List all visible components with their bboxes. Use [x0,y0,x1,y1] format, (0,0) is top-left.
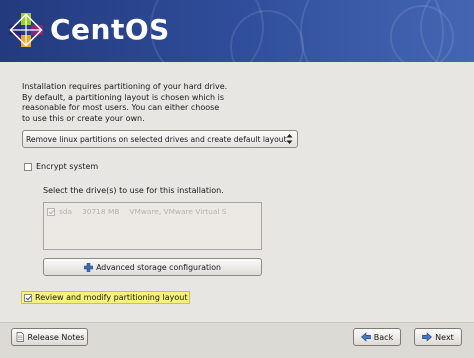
encrypt-label: Encrypt system [36,162,99,171]
brand-name: CentOS [50,13,170,46]
plus-icon [84,262,94,272]
partition-layout-combo-value: Remove linux partitions on selected driv… [26,134,289,144]
drive-name: sda [59,207,73,216]
advanced-storage-button[interactable]: Advanced storage configuration [43,258,262,276]
review-checkbox-box[interactable] [24,293,32,302]
drive-size: 30718 MB [82,207,120,216]
drive-row[interactable]: sda 30718 MB VMware, VMware Virtual S [47,207,237,216]
review-partitioning-checkbox[interactable]: Review and modify partitioning layout [21,291,191,304]
centos-logo-icon [9,13,43,47]
drive-model: VMware, VMware Virtual S [129,207,227,216]
next-label: Next [435,332,454,342]
bottom-button-bar: Release Notes Back Next [0,322,474,358]
back-arrow-icon [360,332,371,342]
encrypt-system-checkbox[interactable]: Encrypt system [24,162,98,171]
encrypt-checkbox-box[interactable] [24,162,32,171]
drives-label: Select the drive(s) to use for this inst… [43,186,224,195]
partitioning-panel: Installation requires partitioning of yo… [0,62,474,322]
next-arrow-icon [422,332,433,342]
combo-arrows-icon [285,133,294,145]
advanced-storage-label: Advanced storage configuration [96,262,221,272]
release-notes-label: Release Notes [27,332,85,342]
document-icon [16,332,24,342]
back-label: Back [373,332,394,342]
review-label: Review and modify partitioning layout [35,293,188,302]
drive-list[interactable]: sda 30718 MB VMware, VMware Virtual S [43,202,262,250]
partition-layout-combo[interactable]: Remove linux partitions on selected driv… [22,130,298,148]
release-notes-button[interactable]: Release Notes [11,328,88,346]
next-button[interactable]: Next [414,328,462,346]
back-button[interactable]: Back [353,328,401,346]
drive-checkbox[interactable] [47,207,55,216]
header-banner: CentOS [0,0,474,62]
intro-text: Installation requires partitioning of yo… [22,82,228,123]
